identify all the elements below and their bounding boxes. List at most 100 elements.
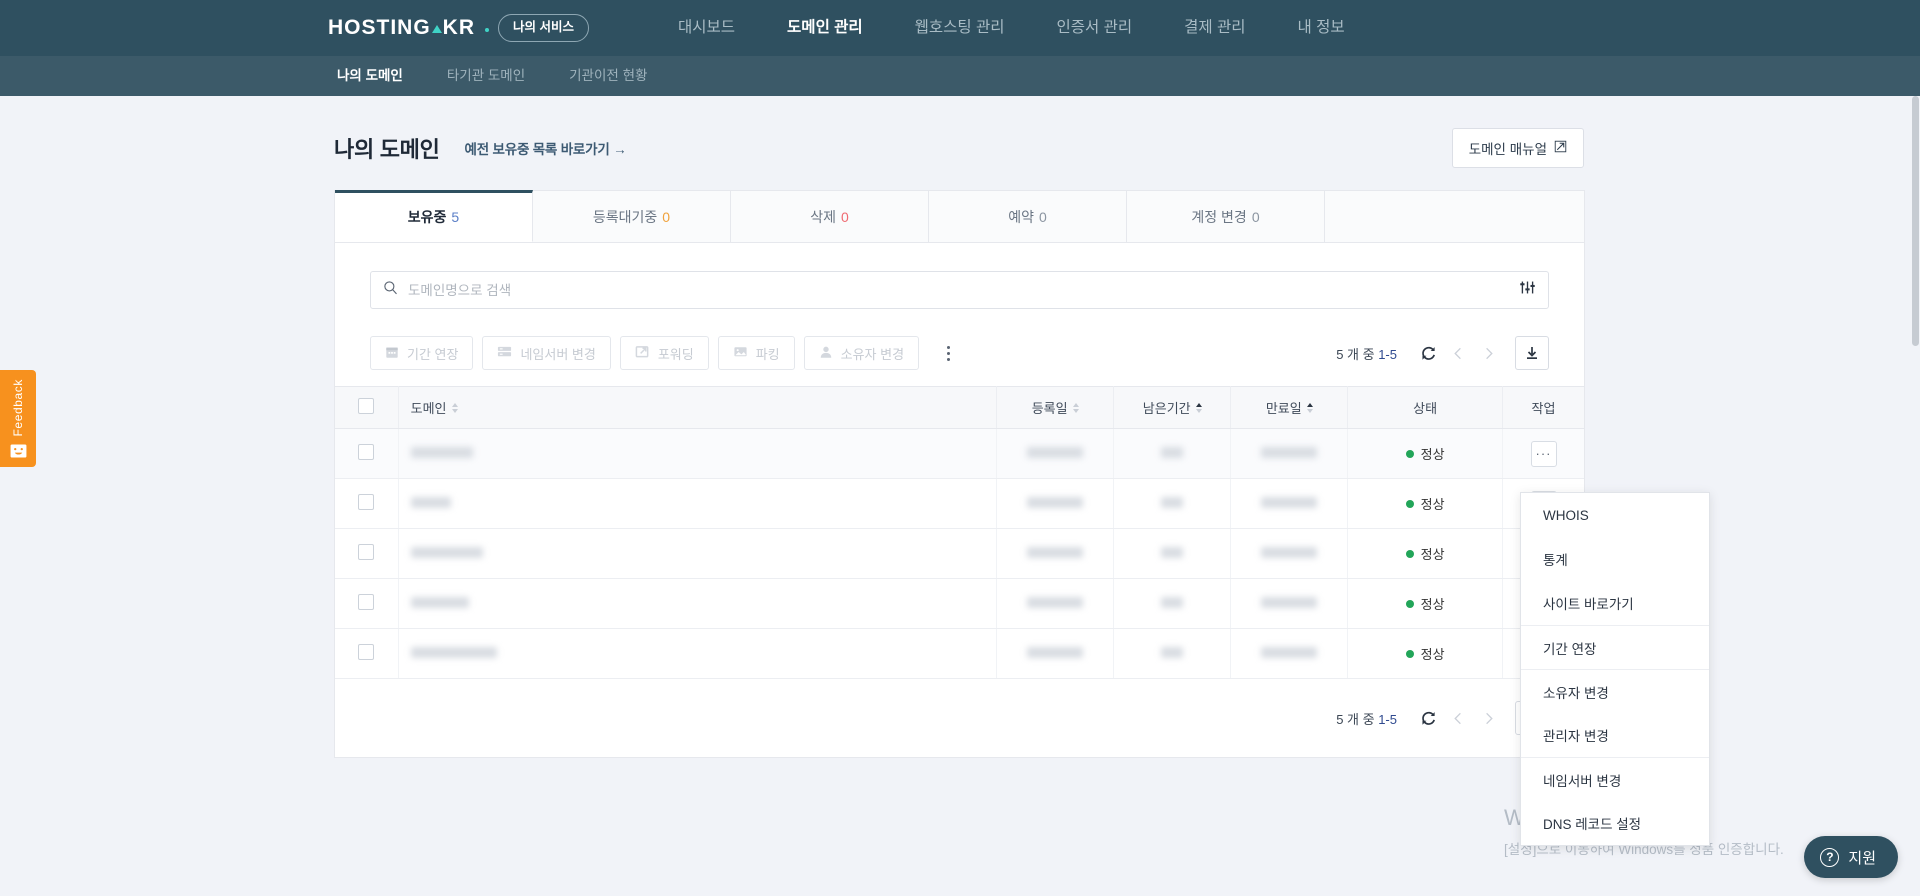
footer-chevron-left-icon[interactable] xyxy=(1443,703,1473,733)
table-row[interactable]: 정상 ··· xyxy=(335,628,1584,679)
kebab-vertical-icon[interactable] xyxy=(936,338,960,368)
download-icon[interactable] xyxy=(1515,336,1549,370)
th-expiry[interactable]: 만료일 xyxy=(1230,386,1349,429)
footer-chevron-right-icon[interactable] xyxy=(1473,703,1503,733)
tab-pending-registration[interactable]: 등록대기중 0 xyxy=(533,190,731,242)
sort-icon-remaining[interactable] xyxy=(1195,402,1202,413)
forwarding-button[interactable]: 포워딩 xyxy=(619,336,709,370)
page-scrollbar[interactable] xyxy=(1911,96,1920,896)
redacted-expiry xyxy=(1261,497,1318,508)
row-context-menu: WHOIS 통계 사이트 바로가기 기간 연장 소유자 변경 관리자 변경 네임… xyxy=(1520,492,1710,846)
brand-logo[interactable]: HOSTING KR xyxy=(328,16,475,40)
row-reg-date-cell xyxy=(996,528,1115,579)
subnav-item-my-domain[interactable]: 나의 도메인 xyxy=(315,56,425,96)
domain-table-header: 도메인 등록일 남은기간 만료일 상태 작업 xyxy=(335,386,1584,429)
scrollbar-thumb[interactable] xyxy=(1912,96,1919,346)
nav-item-my-info[interactable]: 내 정보 xyxy=(1272,0,1371,56)
feedback-label: Feedback xyxy=(11,379,25,437)
domain-manual-button[interactable]: 도메인 매뉴얼 xyxy=(1451,128,1584,168)
sort-icon-reg-date[interactable] xyxy=(1072,402,1079,413)
subnav-item-other-agency-domain[interactable]: 타기관 도메인 xyxy=(425,56,547,96)
menu-item-statistics[interactable]: 통계 xyxy=(1521,537,1709,581)
search-row xyxy=(335,243,1584,309)
th-expiry-label: 만료일 xyxy=(1265,401,1302,416)
record-count-text: 5 개 중 1-5 xyxy=(1336,344,1397,363)
nav-item-certificate-management[interactable]: 인증서 관리 xyxy=(1031,0,1159,56)
feedback-tab[interactable]: Feedback xyxy=(0,370,36,467)
menu-item-change-nameserver[interactable]: 네임서버 변경 xyxy=(1521,757,1709,801)
sort-icon-domain[interactable] xyxy=(451,402,458,413)
status-dot-icon xyxy=(1405,549,1414,558)
menu-item-change-owner[interactable]: 소유자 변경 xyxy=(1521,669,1709,713)
th-reg-date[interactable]: 등록일 xyxy=(996,386,1115,429)
tabs-filler xyxy=(1325,190,1584,242)
row-checkbox[interactable] xyxy=(358,444,375,460)
legacy-list-link[interactable]: 예전 보유중 목록 바로가기 → xyxy=(465,138,627,158)
nav-item-webhosting-management[interactable]: 웹호스팅 관리 xyxy=(889,0,1031,56)
row-action-cell: ··· xyxy=(1502,428,1584,479)
search-input[interactable] xyxy=(408,282,1519,298)
row-checkbox[interactable] xyxy=(358,494,375,510)
domain-table-body: 정상 ··· 정상 ··· xyxy=(335,428,1584,679)
nav-item-dashboard[interactable]: 대시보드 xyxy=(652,0,761,56)
select-all-checkbox[interactable] xyxy=(358,398,375,414)
tab-reserved[interactable]: 예약 0 xyxy=(929,190,1127,242)
chevron-left-icon[interactable] xyxy=(1443,338,1473,368)
status-badge: 정상 xyxy=(1420,647,1445,662)
menu-item-change-admin[interactable]: 관리자 변경 xyxy=(1521,713,1709,757)
subnav-item-transfer-status[interactable]: 기관이전 현황 xyxy=(547,56,669,96)
external-link-icon xyxy=(1554,140,1567,156)
redacted-remaining xyxy=(1161,647,1184,658)
sort-icon-expiry[interactable] xyxy=(1306,402,1313,413)
redacted-domain xyxy=(410,647,497,658)
my-service-button[interactable]: 나의 서비스 xyxy=(498,14,589,42)
row-kebab-horizontal-icon[interactable]: ··· xyxy=(1530,440,1557,467)
table-row[interactable]: 정상 ··· xyxy=(335,428,1584,479)
chevron-right-icon[interactable] xyxy=(1473,338,1503,368)
menu-item-extend-period[interactable]: 기간 연장 xyxy=(1521,625,1709,669)
redacted-remaining xyxy=(1161,597,1184,608)
refresh-icon[interactable] xyxy=(1413,338,1443,368)
row-status-cell: 정상 xyxy=(1347,528,1503,579)
change-nameserver-label: 네임서버 변경 xyxy=(520,346,596,362)
menu-item-site-shortcut[interactable]: 사이트 바로가기 xyxy=(1521,581,1709,625)
tab-account-change[interactable]: 계정 변경 0 xyxy=(1127,190,1325,242)
th-domain[interactable]: 도메인 xyxy=(398,386,998,429)
extend-period-label: 기간 연장 xyxy=(407,346,459,362)
tab-active-held[interactable]: 보유중 5 xyxy=(335,190,533,242)
tab-label-held: 보유중 xyxy=(407,209,447,225)
menu-item-whois[interactable]: WHOIS xyxy=(1521,493,1709,537)
domain-list-card: 보유중 5 등록대기중 0 삭제 0 예약 0 계정 변경 0 도메인명으로 검… xyxy=(334,190,1585,758)
page-title: 나의 도메인 xyxy=(334,137,440,162)
row-reg-date-cell xyxy=(996,628,1115,679)
row-checkbox[interactable] xyxy=(358,644,375,660)
nav-item-domain-management[interactable]: 도메인 관리 xyxy=(761,0,889,56)
menu-item-dns-record-settings[interactable]: DNS 레코드 설정 xyxy=(1521,801,1709,845)
nav-item-payment-management[interactable]: 결제 관리 xyxy=(1158,0,1271,56)
row-status-cell: 정상 xyxy=(1347,428,1503,479)
tab-deleted[interactable]: 삭제 0 xyxy=(731,190,929,242)
table-row[interactable]: 정상 ··· xyxy=(335,578,1584,629)
tab-label-reserved: 예약 xyxy=(1008,208,1034,225)
change-nameserver-button[interactable]: 네임서버 변경 xyxy=(482,336,611,370)
redacted-reg-date xyxy=(1027,647,1084,658)
row-remaining-cell xyxy=(1113,528,1232,579)
row-checkbox-cell xyxy=(335,528,399,579)
row-checkbox[interactable] xyxy=(358,544,375,560)
th-remaining[interactable]: 남은기간 xyxy=(1113,386,1232,429)
main-navigation: 대시보드 도메인 관리 웹호스팅 관리 인증서 관리 결제 관리 내 정보 xyxy=(652,0,1371,56)
status-badge: 정상 xyxy=(1420,497,1445,512)
domain-table: 도메인 등록일 남은기간 만료일 상태 작업 정상 ··· 정상 정상 정상 정… xyxy=(335,386,1584,679)
row-checkbox[interactable] xyxy=(358,594,375,610)
filter-sliders-icon[interactable] xyxy=(1519,279,1536,301)
table-row[interactable]: 정상 ··· xyxy=(335,478,1584,529)
support-chat-button[interactable]: ? 지원 xyxy=(1804,836,1898,878)
status-badge: 정상 xyxy=(1420,597,1445,612)
redacted-reg-date xyxy=(1027,597,1084,608)
footer-refresh-icon[interactable] xyxy=(1413,703,1443,733)
change-owner-button[interactable]: 소유자 변경 xyxy=(803,336,920,370)
table-row[interactable]: 정상 ··· xyxy=(335,528,1584,579)
parking-button[interactable]: 파킹 xyxy=(717,336,795,370)
extend-period-button[interactable]: 기간 연장 xyxy=(370,336,474,370)
toolbar-pagination: 5 개 중 1-5 xyxy=(1336,336,1549,370)
